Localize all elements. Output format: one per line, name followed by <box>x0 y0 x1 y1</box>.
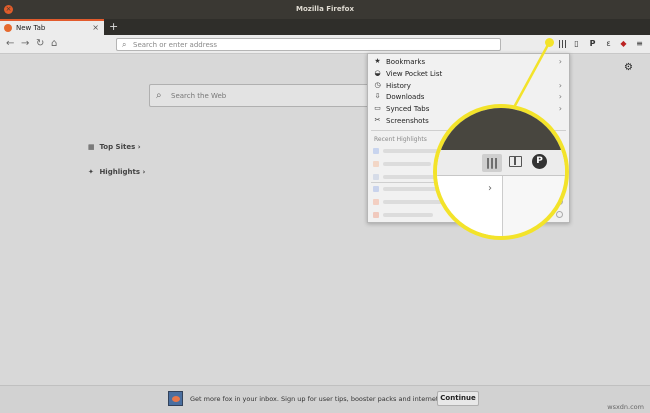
tab-close-button[interactable]: × <box>92 23 99 32</box>
sidebar-icon <box>509 156 522 167</box>
tab-label: New Tab <box>16 24 46 32</box>
callout-dot <box>545 38 554 47</box>
recent-highlights-label: Recent Highlights <box>374 136 427 143</box>
extension-button[interactable]: ε <box>603 38 614 50</box>
menu-item-label: Bookmarks <box>386 58 426 66</box>
top-sites-label: Top Sites <box>99 143 136 151</box>
screenshot-icon: ✂ <box>374 116 381 124</box>
star-icon: ★ <box>374 57 381 65</box>
site-favicon-icon <box>373 160 379 167</box>
hamburger-menu-button[interactable]: ≡ <box>634 38 645 50</box>
chevron-right-icon: › <box>137 143 141 151</box>
callout-titlebar <box>437 108 565 150</box>
menu-item-history[interactable]: ◷ History › <box>368 80 568 92</box>
tab-strip: New Tab × + <box>0 19 650 35</box>
highlights-header[interactable]: ✦ Highlights › <box>88 168 145 176</box>
download-icon: ⇩ <box>374 92 381 101</box>
url-placeholder: Search or enter address <box>133 41 218 49</box>
chevron-right-icon: › <box>142 168 146 176</box>
fox-mail-icon <box>168 391 183 406</box>
title-bar: × Mozilla Firefox <box>0 0 650 19</box>
top-sites-header[interactable]: ▦ Top Sites › <box>88 143 141 151</box>
new-tab-button[interactable]: + <box>109 19 118 35</box>
chevron-right-icon: › <box>558 57 562 66</box>
site-favicon-icon <box>373 212 379 218</box>
snippet-bar: Get more fox in your inbox. Sign up for … <box>0 385 650 413</box>
window-title: Mozilla Firefox <box>296 5 354 13</box>
library-icon: ||| <box>482 154 502 172</box>
tab-new-tab[interactable]: New Tab × <box>0 19 104 35</box>
reload-button[interactable]: ↻ <box>36 38 44 50</box>
watermark-text: wsxdn.com <box>607 403 644 411</box>
continue-button[interactable]: Continue <box>437 391 479 406</box>
menu-item-label: Downloads <box>386 93 425 102</box>
back-button[interactable]: ← <box>6 38 14 50</box>
menu-item-view-pocket-list[interactable]: ◒ View Pocket List <box>368 68 568 80</box>
chevron-right-icon: › <box>558 92 562 102</box>
highlights-label: Highlights <box>99 168 140 176</box>
site-favicon-icon <box>373 173 379 180</box>
pocket-button[interactable]: P <box>587 38 598 50</box>
gear-icon[interactable]: ⚙ <box>624 62 633 73</box>
pocket-icon: P <box>532 154 547 169</box>
sidebar-button[interactable]: ▯ <box>571 38 582 50</box>
library-button[interactable]: ||| <box>557 38 568 50</box>
magnified-callout: ||| P › <box>433 104 569 240</box>
highlight-title-placeholder <box>383 161 431 166</box>
site-favicon-icon <box>373 148 379 154</box>
snippet-text: Get more fox in your inbox. Sign up for … <box>190 395 457 403</box>
synced-tabs-icon: ▭ <box>374 104 381 113</box>
clock-icon: ◷ <box>374 80 381 89</box>
circle-icon <box>556 211 563 218</box>
menu-item-bookmarks[interactable]: ★ Bookmarks › <box>368 56 568 68</box>
pocket-icon: ◒ <box>374 68 381 77</box>
web-search-placeholder: Search the Web <box>171 92 227 100</box>
highlight-title-placeholder <box>383 213 433 217</box>
callout-panel <box>437 176 503 236</box>
menu-item-downloads[interactable]: ⇩ Downloads › <box>368 91 568 103</box>
forward-button[interactable]: → <box>21 38 29 50</box>
search-icon: ⌕ <box>156 90 162 101</box>
menu-item-label: Synced Tabs <box>386 105 430 114</box>
chevron-right-icon: › <box>488 183 492 194</box>
url-bar[interactable]: ⌕ Search or enter address <box>116 38 501 51</box>
grid-icon: ▦ <box>88 143 95 151</box>
sparkle-icon: ✦ <box>88 168 94 176</box>
menu-item-label: History <box>386 81 411 90</box>
highlight-title-placeholder <box>383 187 438 192</box>
site-favicon-icon <box>373 186 379 193</box>
highlight-title-placeholder <box>383 149 443 153</box>
menu-item-label: Screenshots <box>386 117 429 125</box>
search-icon: ⌕ <box>122 40 127 49</box>
web-search-input[interactable]: ⌕ Search the Web <box>149 84 373 107</box>
firefox-favicon-icon <box>4 24 12 32</box>
home-button[interactable]: ⌂ <box>51 38 57 50</box>
menu-item-label: View Pocket List <box>386 69 443 78</box>
ublock-button[interactable]: ◆ <box>618 38 629 50</box>
callout-toolbar <box>437 150 565 176</box>
chevron-right-icon: › <box>558 80 562 90</box>
site-favicon-icon <box>373 199 379 206</box>
